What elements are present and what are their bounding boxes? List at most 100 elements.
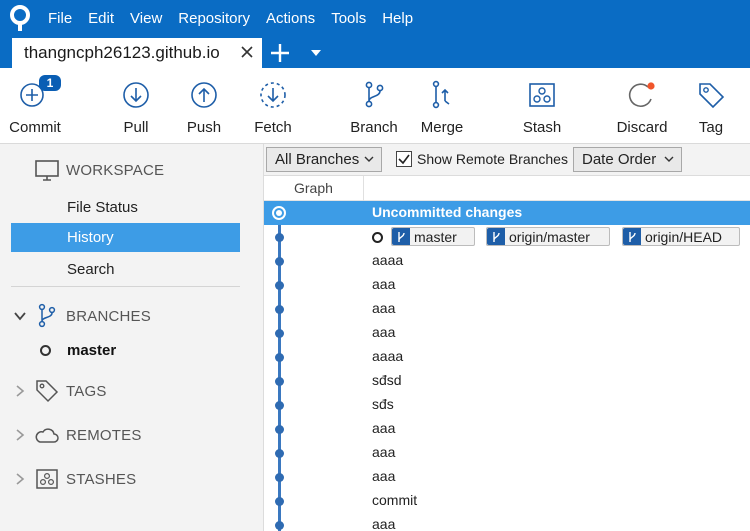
merge-icon (426, 79, 458, 111)
commit-message: commit (372, 492, 418, 508)
ref-name: master (414, 228, 457, 245)
commit-message: aaa (372, 324, 396, 340)
tag-icon (695, 79, 727, 111)
stashes-title: STASHES (66, 470, 137, 488)
commit-node-icon (275, 233, 284, 242)
commit-message: aaa (372, 444, 396, 460)
fetch-label: Fetch (254, 119, 292, 136)
commit-node-icon (275, 377, 284, 386)
commit-row[interactable]: master origin/master origin/HEAD (264, 225, 750, 249)
chevron-down-icon[interactable] (14, 310, 26, 322)
chevron-right-icon[interactable] (14, 473, 26, 485)
menu-edit[interactable]: Edit (80, 0, 122, 38)
commit-message: Uncommitted changes (372, 204, 523, 220)
workspace-header[interactable]: WORKSPACE (0, 153, 264, 187)
commit-message: sđs (372, 396, 394, 412)
commit-message: aaa (372, 276, 396, 292)
commit-list: Uncommitted changes master origin/master… (264, 201, 750, 531)
branch-icon (38, 303, 56, 328)
stashes-header[interactable]: STASHES (0, 462, 264, 496)
sidebar: WORKSPACE File Status History Search BRA… (0, 144, 264, 531)
checkmark-icon (398, 154, 410, 165)
merge-button[interactable]: Merge (416, 68, 468, 144)
sidebar-item-branch-master[interactable]: master (40, 342, 116, 359)
push-button[interactable]: Push (178, 68, 230, 144)
commit-row[interactable]: aaa (264, 273, 750, 297)
ref-label-master: master (391, 227, 475, 246)
show-remote-branches-checkbox[interactable] (396, 151, 412, 167)
sidebar-divider (11, 286, 240, 287)
stash-icon (36, 469, 58, 489)
stash-icon (526, 79, 558, 111)
menu-actions[interactable]: Actions (258, 0, 323, 38)
tag-button[interactable]: Tag (686, 68, 736, 144)
tags-header[interactable]: TAGS (0, 374, 264, 408)
tags-title: TAGS (66, 382, 107, 400)
commit-node-icon (275, 353, 284, 362)
head-icon (372, 232, 383, 243)
commit-row[interactable]: sđsd (264, 369, 750, 393)
commit-node-icon (275, 401, 284, 410)
commit-icon: 1 (19, 75, 61, 111)
branches-header[interactable]: BRANCHES (0, 299, 264, 333)
commit-row[interactable]: aaa (264, 513, 750, 531)
tab-repository[interactable]: thangncph26123.github.io (12, 38, 262, 68)
merge-label: Merge (420, 119, 464, 136)
uncommitted-row[interactable]: Uncommitted changes (264, 201, 750, 225)
commit-row[interactable]: aaaa (264, 249, 750, 273)
commit-row[interactable]: aaa (264, 321, 750, 345)
graph-column-header[interactable]: Graph (294, 180, 333, 196)
tag-label: Tag (698, 119, 724, 136)
chevron-right-icon[interactable] (14, 429, 26, 441)
commit-message: aaaa (372, 252, 404, 268)
branches-filter-select[interactable]: All Branches (266, 147, 382, 172)
remotes-header[interactable]: REMOTES (0, 418, 264, 452)
menu-repository[interactable]: Repository (170, 0, 258, 38)
chevron-down-icon[interactable] (308, 46, 324, 60)
sidebar-item-file-status[interactable]: File Status (11, 193, 240, 222)
close-icon[interactable] (238, 43, 256, 61)
column-divider[interactable] (363, 176, 364, 201)
commit-node-icon (275, 425, 284, 434)
commit-row[interactable]: aaa (264, 441, 750, 465)
commit-button[interactable]: 1 Commit (6, 68, 64, 144)
pull-icon (120, 79, 152, 111)
add-tab-icon[interactable] (268, 41, 292, 65)
discard-label: Discard (616, 119, 668, 136)
sidebar-item-search[interactable]: Search (11, 255, 240, 284)
commit-row[interactable]: aaa (264, 297, 750, 321)
commit-node-icon (275, 473, 284, 482)
ref-name: origin/master (509, 228, 590, 245)
workspace-title: WORKSPACE (66, 161, 165, 179)
menu-tools[interactable]: Tools (323, 0, 374, 38)
ref-label-origin-master: origin/master (486, 227, 610, 246)
branch-icon (358, 79, 390, 111)
branch-button[interactable]: Branch (346, 68, 402, 144)
pull-button[interactable]: Pull (110, 68, 162, 144)
tab-title: thangncph26123.github.io (24, 43, 220, 62)
discard-button[interactable]: Discard (612, 68, 672, 144)
show-remote-branches-label[interactable]: Show Remote Branches (417, 151, 568, 167)
commit-label: Commit (9, 119, 61, 136)
commit-row[interactable]: aaa (264, 465, 750, 489)
commit-node-icon (275, 281, 284, 290)
commit-message: aaa (372, 468, 396, 484)
fetch-button[interactable]: Fetch (247, 68, 299, 144)
menu-view[interactable]: View (122, 0, 170, 38)
commit-node-icon (275, 257, 284, 266)
stash-button[interactable]: Stash (516, 68, 568, 144)
commit-row[interactable]: sđs (264, 393, 750, 417)
commit-node-icon (275, 305, 284, 314)
chevron-right-icon[interactable] (14, 385, 26, 397)
commit-row[interactable]: commit (264, 489, 750, 513)
menu-bar: File Edit View Repository Actions Tools … (0, 0, 750, 38)
order-select[interactable]: Date Order (573, 147, 682, 172)
filter-bar: All Branches Show Remote Branches Date O… (264, 144, 750, 176)
commit-row[interactable]: aaa (264, 417, 750, 441)
commit-message: aaa (372, 420, 396, 436)
uncommitted-node-icon (272, 206, 286, 220)
commit-row[interactable]: aaaa (264, 345, 750, 369)
menu-file[interactable]: File (40, 0, 80, 38)
sidebar-item-history[interactable]: History (11, 223, 240, 252)
menu-help[interactable]: Help (374, 0, 421, 38)
